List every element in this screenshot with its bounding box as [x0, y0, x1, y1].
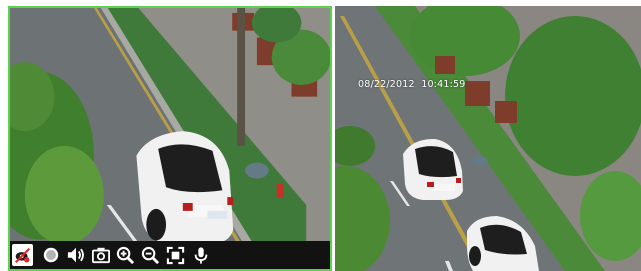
zoom-out-button[interactable] [138, 242, 163, 268]
snapshot-icon [91, 247, 110, 264]
microphone-icon [194, 246, 207, 264]
zoom-in-button[interactable] [113, 242, 138, 268]
fullscreen-button[interactable] [163, 242, 188, 268]
record-button[interactable] [38, 242, 63, 268]
zoom-in-icon [116, 246, 135, 264]
close-video-button[interactable] [12, 244, 33, 266]
record-icon [43, 247, 58, 263]
camera-view-1[interactable] [8, 6, 332, 271]
camera-feed-video [335, 6, 641, 271]
camera-view-2[interactable]: 08/22/2012 10:41:59 [335, 6, 641, 271]
video-timestamp: 08/22/2012 10:41:59 [358, 79, 466, 90]
zoom-out-icon [141, 246, 160, 264]
microphone-button[interactable] [188, 242, 213, 268]
fullscreen-icon [166, 246, 185, 264]
volume-button[interactable] [63, 242, 88, 268]
camera-feed-video [10, 8, 330, 269]
close-video-icon [14, 247, 31, 263]
volume-icon [67, 247, 84, 263]
video-toolbar [10, 241, 330, 269]
snapshot-button[interactable] [88, 242, 113, 268]
